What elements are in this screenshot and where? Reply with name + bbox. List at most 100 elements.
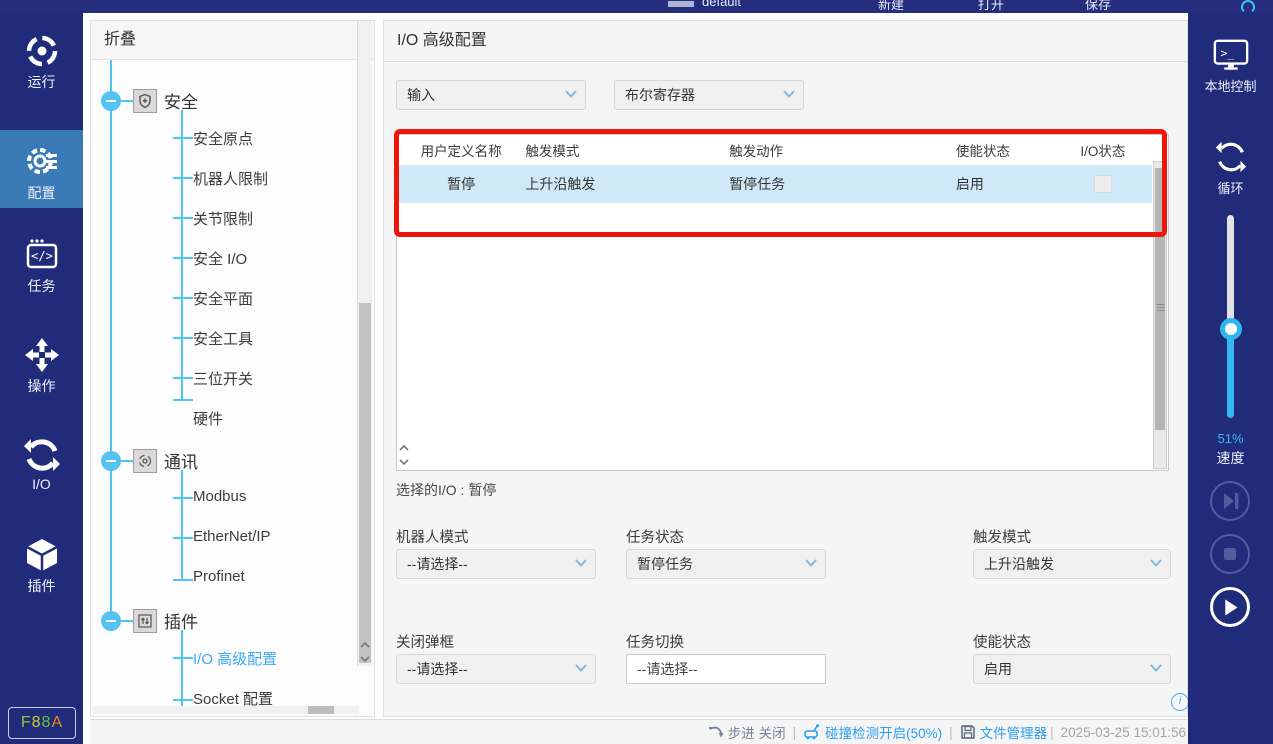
table-row-selected[interactable]: 暂停 上升沿触发 暂停任务 启用 (397, 165, 1152, 203)
tree-item-ethernet-ip[interactable]: EtherNet/IP (193, 528, 271, 545)
new-button[interactable]: 新建 (878, 0, 904, 13)
scrollbar-thumb[interactable] (308, 706, 334, 714)
enable-state-select[interactable]: 启用 (973, 654, 1171, 684)
scrollbar-grip (1157, 304, 1165, 311)
nav-item-config-active[interactable]: 配置 (0, 130, 83, 208)
register-type-select[interactable]: 布尔寄存器 (614, 80, 804, 110)
save-button[interactable]: 保存 (1085, 0, 1111, 13)
badge-letter: 8 (42, 714, 52, 731)
nav-item-run[interactable]: 运行 (0, 33, 83, 111)
speed-percent: 51% (1188, 431, 1273, 446)
scroll-up-button[interactable] (397, 441, 411, 455)
task-state-select[interactable]: 暂停任务 (626, 549, 826, 579)
tree-item-modbus[interactable]: Modbus (193, 488, 246, 505)
info-icon[interactable]: i (1171, 693, 1189, 711)
code-window-icon: </> (24, 237, 60, 273)
collapse-minus-icon[interactable] (101, 611, 121, 631)
separator: | (793, 725, 797, 740)
nav-label-config: 配置 (0, 183, 83, 203)
nav-label-task: 任务 (0, 276, 83, 296)
target-icon (24, 33, 60, 69)
tree-item-profinet[interactable]: Profinet (193, 568, 245, 585)
tree-item-three-position-switch[interactable]: 三位开关 (193, 368, 253, 389)
collision-detection-label: 碰撞检测开启(50%) (825, 722, 942, 742)
chevron-down-icon (805, 559, 817, 567)
tree-vertical-scrollbar[interactable] (357, 21, 372, 666)
play-button[interactable] (1210, 587, 1250, 627)
project-name: default (702, 0, 741, 9)
tree-horizontal-scrollbar[interactable] (93, 706, 359, 714)
table-vertical-scrollbar[interactable] (1153, 161, 1167, 469)
step-forward-button[interactable] (1210, 481, 1250, 521)
tree-item-hardware[interactable]: 硬件 (193, 408, 223, 429)
collision-detection-status[interactable]: 碰撞检测开启(50%) (803, 722, 942, 742)
step-forward-icon (1212, 483, 1248, 519)
slider-track-upper[interactable] (1227, 215, 1234, 328)
nav-item-operate[interactable]: 操作 (0, 337, 83, 415)
svg-text:</>: </> (31, 249, 53, 263)
scrollbar-thumb[interactable] (359, 303, 371, 663)
trigger-mode-select[interactable]: 上升沿触发 (973, 549, 1171, 579)
badge-letter: A (51, 714, 63, 731)
col-header-trigger-mode: 触发模式 (525, 140, 729, 160)
task-state-label: 任务状态 (626, 526, 684, 547)
step-mode-status[interactable]: 步进 关闭 (708, 722, 786, 742)
connector (173, 399, 193, 401)
speed-slider[interactable] (1227, 215, 1234, 418)
scroll-down-button[interactable] (397, 455, 411, 469)
task-switch-field[interactable]: --请选择-- (626, 654, 826, 684)
io-state-checkbox[interactable] (1094, 175, 1112, 193)
close-popup-label: 关闭弹框 (396, 631, 454, 652)
slider-track-lower[interactable] (1227, 328, 1234, 418)
tree-item-safety-tool[interactable]: 安全工具 (193, 328, 253, 349)
open-button[interactable]: 打开 (978, 0, 1004, 13)
enable-state-label: 使能状态 (973, 631, 1031, 652)
tree-node-plugin[interactable]: 插件 (101, 608, 198, 633)
config-tree-panel: 折叠 ▄▖▄ 安全 安全原点 机器人限制 关节限制 安全 I/O 安全平面 安全… (90, 20, 375, 717)
loop-button[interactable]: 循环 (1188, 140, 1273, 197)
local-control-label: 本地控制 (1188, 76, 1273, 95)
selected-io-label: 选择的I/O : 暂停 (396, 480, 496, 500)
topbar-status-icon[interactable] (1241, 0, 1255, 13)
nav-item-io[interactable]: I/O (0, 437, 83, 515)
right-sidebar: >_ 本地控制 循环 51% 速度 (1188, 13, 1273, 744)
nav-label-io: I/O (0, 476, 83, 492)
gear-icon (24, 144, 60, 180)
table-header-row: 用户定义名称 触发模式 触发动作 使能状态 I/O状态 (397, 135, 1152, 165)
connector (173, 297, 193, 299)
tree-node-comm[interactable]: 通讯 (101, 448, 198, 473)
collapse-minus-icon[interactable] (101, 91, 121, 111)
close-popup-select[interactable]: --请选择-- (396, 654, 596, 684)
collision-robot-icon (803, 724, 821, 740)
nav-item-task[interactable]: </> 任务 (0, 237, 83, 315)
tree-item-robot-limit[interactable]: 机器人限制 (193, 168, 268, 189)
collapse-button[interactable]: 折叠 (91, 21, 374, 60)
col-header-enable-state: 使能状态 (952, 140, 1054, 160)
file-manager-button[interactable]: 文件管理器 (960, 722, 1048, 742)
connector (121, 100, 133, 102)
scroll-down-button[interactable] (358, 652, 372, 666)
slider-thumb[interactable] (1220, 318, 1242, 340)
nav-item-plugin[interactable]: 插件 (0, 537, 83, 615)
collapse-minus-icon[interactable] (101, 451, 121, 471)
connector (121, 460, 133, 462)
tree-body: ▄▖▄ 安全 安全原点 机器人限制 关节限制 安全 I/O 安全平面 安全工具 … (91, 60, 374, 711)
tree-item-safety-plane[interactable]: 安全平面 (193, 288, 253, 309)
robot-mode-select[interactable]: --请选择-- (396, 549, 596, 579)
tree-item-joint-limit[interactable]: 关节限制 (193, 208, 253, 229)
tree-item-io-advanced-config[interactable]: I/O 高级配置 (193, 648, 277, 669)
tree-node-safety[interactable]: 安全 (101, 88, 198, 113)
connector (173, 377, 193, 379)
stop-button[interactable] (1210, 534, 1250, 574)
local-control-button[interactable]: >_ 本地控制 (1188, 38, 1273, 95)
tree-item-safety-home[interactable]: 安全原点 (193, 128, 253, 149)
scroll-up-button[interactable] (358, 638, 372, 652)
nav-label-io: 操作 (0, 376, 83, 396)
tree-item-safety-io[interactable]: 安全 I/O (193, 248, 247, 269)
scrollbar-thumb[interactable] (1155, 168, 1165, 430)
io-direction-value: 输入 (407, 87, 435, 103)
io-direction-select[interactable]: 输入 (396, 80, 586, 110)
connector (173, 657, 193, 659)
task-state-value: 暂停任务 (637, 556, 693, 572)
robot-id-badge[interactable]: F88A (8, 707, 76, 739)
